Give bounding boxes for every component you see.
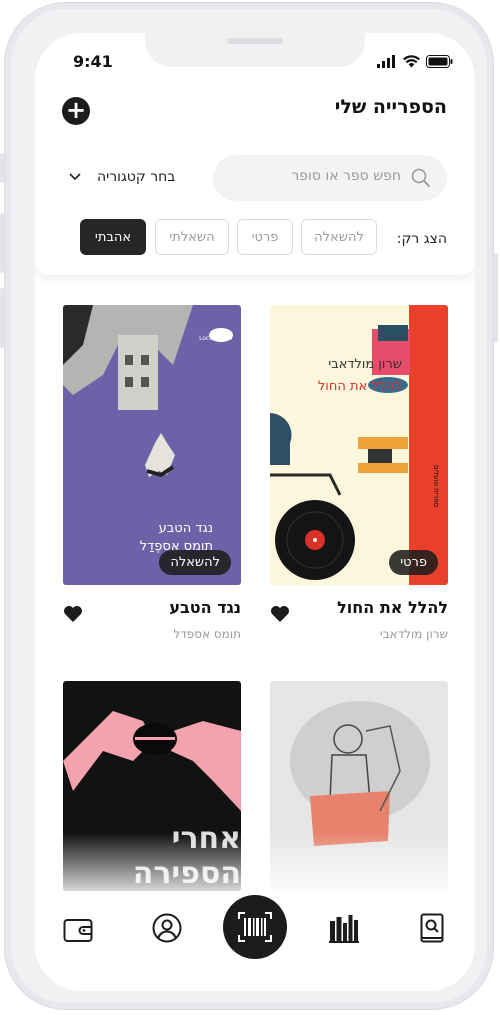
book-card[interactable]: נגד הטבע תומס אֶספֶדַל Locus לוקוס להשאל… <box>63 305 241 650</box>
library-icon <box>329 915 359 943</box>
tab-library[interactable] <box>329 913 359 947</box>
bottom-fade <box>35 833 475 903</box>
add-book-button[interactable]: + <box>62 97 90 125</box>
heart-icon[interactable] <box>63 605 83 623</box>
power-button <box>494 253 498 343</box>
heart-icon[interactable] <box>270 605 290 623</box>
status-icons <box>377 55 453 68</box>
screen: 9:41 הספרייה שלי + חפש ספר או סופר בחר ק… <box>35 33 475 991</box>
cover-art <box>270 305 448 585</box>
cover-publisher: Locus לוקוס <box>199 335 233 342</box>
book-title: להלל את החול <box>337 598 448 617</box>
volume-up-button <box>0 213 4 273</box>
signal-icon <box>377 55 395 68</box>
search-icon <box>411 168 431 188</box>
tab-book-search[interactable] <box>420 913 444 947</box>
filter-borrowed[interactable]: השאלתי <box>155 219 229 255</box>
category-dropdown[interactable]: בחר קטגוריה <box>69 169 175 185</box>
cover-title: נגד הטבע <box>158 521 213 536</box>
book-search-icon <box>420 913 444 943</box>
cover-author: שרון מולדאבי <box>328 357 402 372</box>
scan-button[interactable] <box>223 895 287 959</box>
book-author: תומס אספדל <box>173 627 241 641</box>
header-panel: 9:41 הספרייה שלי + חפש ספר או סופר בחר ק… <box>35 33 475 275</box>
book-author: שרון מולדאבי <box>379 627 448 641</box>
cover-publisher: ספרית פועלים <box>432 465 440 508</box>
side-button <box>0 153 4 183</box>
volume-down-button <box>0 288 4 348</box>
category-label: בחר קטגוריה <box>97 169 176 185</box>
battery-icon <box>426 55 453 68</box>
notch <box>145 33 365 67</box>
status-badge: להשאלה <box>159 550 231 575</box>
wifi-icon <box>403 55 420 68</box>
book-title: נגד הטבע <box>169 598 241 617</box>
tab-profile[interactable] <box>152 913 182 947</box>
status-badge: פרטי <box>389 550 438 575</box>
page-title: הספרייה שלי <box>334 96 447 118</box>
phone-frame: 9:41 הספרייה שלי + חפש ספר או סופר בחר ק… <box>0 2 498 1010</box>
search-input[interactable]: חפש ספר או סופר <box>213 155 447 201</box>
book-cover[interactable]: שרון מולדאבי להלל את החול ספרית פועלים פ… <box>270 305 448 585</box>
filter-lend[interactable]: להשאלה <box>301 219 377 255</box>
book-cover[interactable]: נגד הטבע תומס אֶספֶדַל Locus לוקוס להשאל… <box>63 305 241 585</box>
filter-private[interactable]: פרטי <box>237 219 293 255</box>
user-icon <box>152 913 182 943</box>
cover-title: להלל את החול <box>317 379 402 394</box>
tab-wallet[interactable] <box>63 917 93 947</box>
book-card[interactable]: שרון מולדאבי להלל את החול ספרית פועלים פ… <box>270 305 448 650</box>
chevron-down-icon <box>69 173 81 181</box>
speaker-slit <box>227 38 283 44</box>
wallet-icon <box>63 919 93 942</box>
plus-icon: + <box>65 96 87 124</box>
tab-bar <box>35 895 475 991</box>
barcode-scan-icon <box>238 912 272 942</box>
show-only-label: הצג רק: <box>396 231 447 247</box>
status-time: 9:41 <box>73 52 113 71</box>
search-placeholder: חפש ספר או סופר <box>291 168 401 184</box>
filter-liked[interactable]: אהבתי <box>80 219 146 255</box>
